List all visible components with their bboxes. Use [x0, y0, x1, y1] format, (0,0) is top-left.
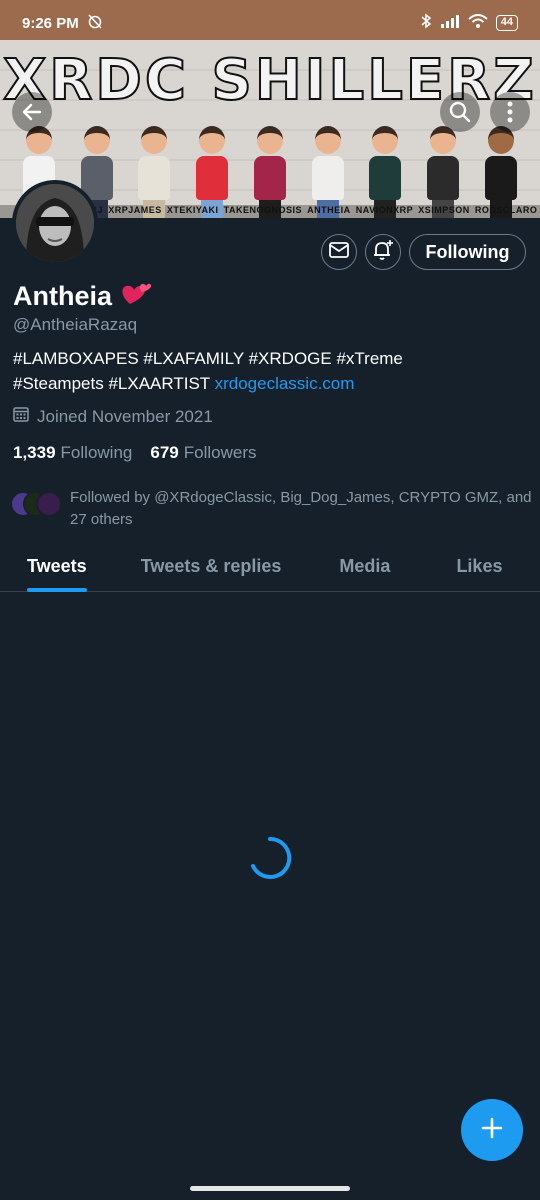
banner-name: XSIMPSON: [418, 205, 470, 215]
bio-text: #Steampets #LXAARTIST: [13, 374, 215, 393]
bell-plus-icon: [372, 239, 394, 266]
tab-tweets[interactable]: Tweets: [27, 544, 87, 592]
battery-indicator: 44: [495, 15, 518, 31]
profile-bio: #LAMBOXAPES #LXAFAMILY #XRDOGE #xTreme #…: [13, 346, 523, 396]
avatar-photo: [16, 184, 94, 262]
envelope-icon: [329, 241, 349, 263]
tab-tweets-replies[interactable]: Tweets & replies: [141, 544, 282, 591]
signal-icon: [440, 14, 460, 32]
followers-label: Followers: [183, 443, 257, 462]
banner-name: RODSCLARO: [474, 205, 538, 215]
followed-by-row[interactable]: Followed by @XRdogeClassic, Big_Dog_Jame…: [10, 487, 540, 531]
profile-avatar[interactable]: [12, 180, 98, 266]
back-button[interactable]: [12, 92, 52, 132]
joined-date: Joined November 2021: [37, 406, 213, 426]
profile-name-row: Antheia: [13, 280, 152, 313]
profile-handle: @AntheiaRazaq: [13, 315, 138, 334]
following-count: 1,339: [13, 443, 56, 462]
banner-name: ANTHEIA: [307, 205, 351, 215]
wifi-icon: [468, 14, 488, 32]
compose-tweet-button[interactable]: [461, 1099, 523, 1161]
search-button[interactable]: [440, 92, 480, 132]
alarm-off-icon: [87, 13, 103, 33]
plus-icon: [480, 1116, 504, 1145]
more-options-button[interactable]: [490, 92, 530, 132]
following-label: Following: [60, 443, 133, 462]
arrow-left-icon: [21, 101, 43, 123]
follow-counts: 1,339 Following 679 Followers: [13, 443, 256, 463]
followed-by-text: Followed by @XRdogeClassic, Big_Dog_Jame…: [70, 489, 532, 528]
joined-date-row: Joined November 2021: [13, 406, 213, 427]
message-button[interactable]: [321, 234, 357, 270]
tab-media[interactable]: Media: [339, 544, 390, 591]
banner-name: TAKENOGNOSIS: [223, 205, 302, 215]
banner-name: XRPJAMES: [108, 205, 162, 215]
bio-website-link[interactable]: xrdogeclassic.com: [215, 374, 355, 393]
bluetooth-icon: [420, 13, 432, 33]
heart-icon: [120, 280, 152, 313]
gesture-home-bar[interactable]: [190, 1186, 350, 1191]
banner-name: XTEKIYAKI: [166, 205, 219, 215]
followers-count: 679: [150, 443, 179, 462]
profile-tabs: Tweets Tweets & replies Media Likes: [0, 544, 540, 592]
loading-spinner: [248, 836, 292, 885]
followers-count-link[interactable]: 679 Followers: [150, 443, 256, 463]
calendar-icon: [13, 406, 29, 427]
search-icon: [449, 101, 471, 123]
profile-name: Antheia: [13, 281, 113, 311]
bio-line: #Steampets #LXAARTIST xrdogeclassic.com: [13, 371, 523, 396]
follower-avatars: [10, 487, 62, 519]
following-button[interactable]: Following: [409, 234, 526, 270]
more-vertical-icon: [507, 101, 513, 123]
banner-name: NAVIONXRP: [355, 205, 414, 215]
follower-avatar: [36, 491, 62, 517]
notifications-button[interactable]: [365, 234, 401, 270]
following-count-link[interactable]: 1,339 Following: [13, 443, 132, 463]
status-time: 9:26 PM: [22, 14, 79, 32]
bio-line: #LAMBOXAPES #LXAFAMILY #XRDOGE #xTreme: [13, 349, 403, 368]
tab-likes[interactable]: Likes: [456, 544, 502, 591]
